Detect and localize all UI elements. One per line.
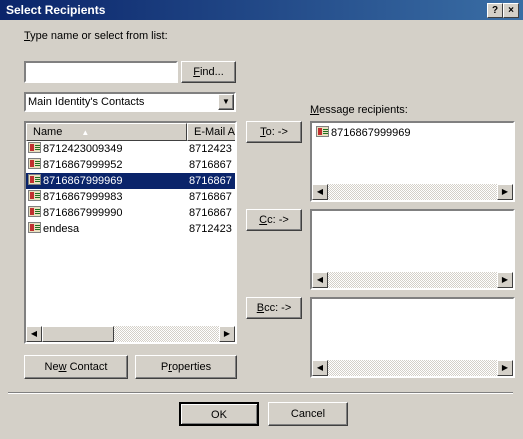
scroll-left-icon[interactable]: ◀	[26, 326, 42, 342]
contact-email: 8716867	[189, 207, 232, 219]
scroll-right-icon[interactable]: ▶	[497, 272, 513, 288]
to-hscrollbar[interactable]: ◀ ▶	[312, 184, 513, 200]
contacts-hscrollbar[interactable]: ◀ ▶	[26, 326, 235, 342]
recipient-name: 8716867999969	[331, 127, 411, 139]
column-header-email[interactable]: E-Mail A	[187, 123, 235, 141]
contacts-source-dropdown[interactable]: Main Identity's Contacts ▼	[24, 92, 236, 112]
contact-name: 8716867999990	[43, 207, 123, 219]
bcc-hscrollbar[interactable]: ◀ ▶	[312, 360, 513, 376]
cc-hscrollbar[interactable]: ◀ ▶	[312, 272, 513, 288]
contacts-rows: 8712423009349 8712423 8716867999952 8716…	[26, 141, 235, 326]
contact-row[interactable]: 8716867999983 8716867	[26, 189, 235, 205]
bcc-recipients-box[interactable]: ◀ ▶	[310, 297, 515, 378]
contact-card-icon	[316, 126, 329, 137]
search-label-rest: ype name or select from list:	[30, 30, 168, 42]
scroll-right-icon[interactable]: ▶	[497, 360, 513, 376]
contact-email: 8716867	[189, 175, 232, 187]
contact-card-icon	[28, 206, 41, 217]
scroll-right-icon[interactable]: ▶	[219, 326, 235, 342]
contact-name: endesa	[43, 223, 80, 235]
find-label: Find...	[193, 66, 224, 78]
search-input[interactable]	[24, 61, 178, 83]
contact-email: 8712423	[189, 223, 232, 235]
cc-recipients-box[interactable]: ◀ ▶	[310, 209, 515, 290]
new-contact-button[interactable]: New Contact	[24, 355, 128, 379]
help-button[interactable]: ?	[487, 3, 503, 18]
bcc-button[interactable]: Bcc: ->	[246, 297, 302, 319]
to-label: To: ->	[260, 126, 288, 138]
window-title: Select Recipients	[6, 3, 106, 17]
contacts-list[interactable]: Name ▲ E-Mail A 8712423009349 8712423 87…	[24, 121, 237, 344]
dropdown-arrow-icon[interactable]: ▼	[218, 94, 234, 110]
contact-name: 8712423009349	[43, 143, 123, 155]
contact-email: 8712423	[189, 143, 232, 155]
new-contact-label: New Contact	[44, 361, 108, 373]
bcc-label: Bcc: ->	[256, 302, 292, 314]
contact-row[interactable]: 8716867999990 8716867	[26, 205, 235, 221]
to-recipients-box[interactable]: 8716867999969 ◀ ▶	[310, 121, 515, 202]
recipients-label-text: Message recipients:	[310, 104, 408, 116]
scroll-left-icon[interactable]: ◀	[312, 360, 328, 376]
contact-name: 8716867999952	[43, 159, 123, 171]
column-header-name-label: Name	[33, 126, 63, 138]
contact-card-icon	[28, 142, 41, 153]
contact-card-icon	[28, 222, 41, 233]
contacts-source-value: Main Identity's Contacts	[28, 96, 145, 108]
contact-name: 8716867999983	[43, 191, 123, 203]
recipients-label: Message recipients:	[310, 104, 408, 116]
contact-row[interactable]: 8712423009349 8712423	[26, 141, 235, 157]
contact-card-icon	[28, 190, 41, 201]
properties-label: Properties	[160, 361, 212, 373]
close-button[interactable]: ×	[503, 3, 519, 18]
properties-button[interactable]: Properties	[135, 355, 237, 379]
to-button[interactable]: To: ->	[246, 121, 302, 143]
contact-email: 8716867	[189, 191, 232, 203]
footer-divider	[8, 392, 513, 394]
contact-row[interactable]: 8716867999952 8716867	[26, 157, 235, 173]
contact-card-icon	[28, 174, 41, 185]
cc-label: Cc: ->	[259, 214, 289, 226]
contact-card-icon	[28, 158, 41, 169]
recipient-item[interactable]: 8716867999969	[314, 125, 411, 141]
scroll-right-icon[interactable]: ▶	[497, 184, 513, 200]
contact-row[interactable]: endesa 8712423	[26, 221, 235, 237]
contact-name: 8716867999969	[43, 175, 123, 187]
scroll-thumb[interactable]	[42, 326, 114, 342]
contact-email: 8716867	[189, 159, 232, 171]
cc-button[interactable]: Cc: ->	[246, 209, 302, 231]
sort-arrow-icon: ▲	[81, 128, 90, 137]
scroll-left-icon[interactable]: ◀	[312, 272, 328, 288]
cancel-button[interactable]: Cancel	[268, 402, 348, 426]
search-label: Type name or select from list:	[24, 30, 168, 42]
column-header-name[interactable]: Name ▲	[26, 123, 187, 141]
scroll-left-icon[interactable]: ◀	[312, 184, 328, 200]
find-button[interactable]: Find...	[181, 61, 236, 83]
ok-button[interactable]: OK	[179, 402, 259, 426]
contact-row-selected[interactable]: 8716867999969 8716867	[26, 173, 235, 189]
